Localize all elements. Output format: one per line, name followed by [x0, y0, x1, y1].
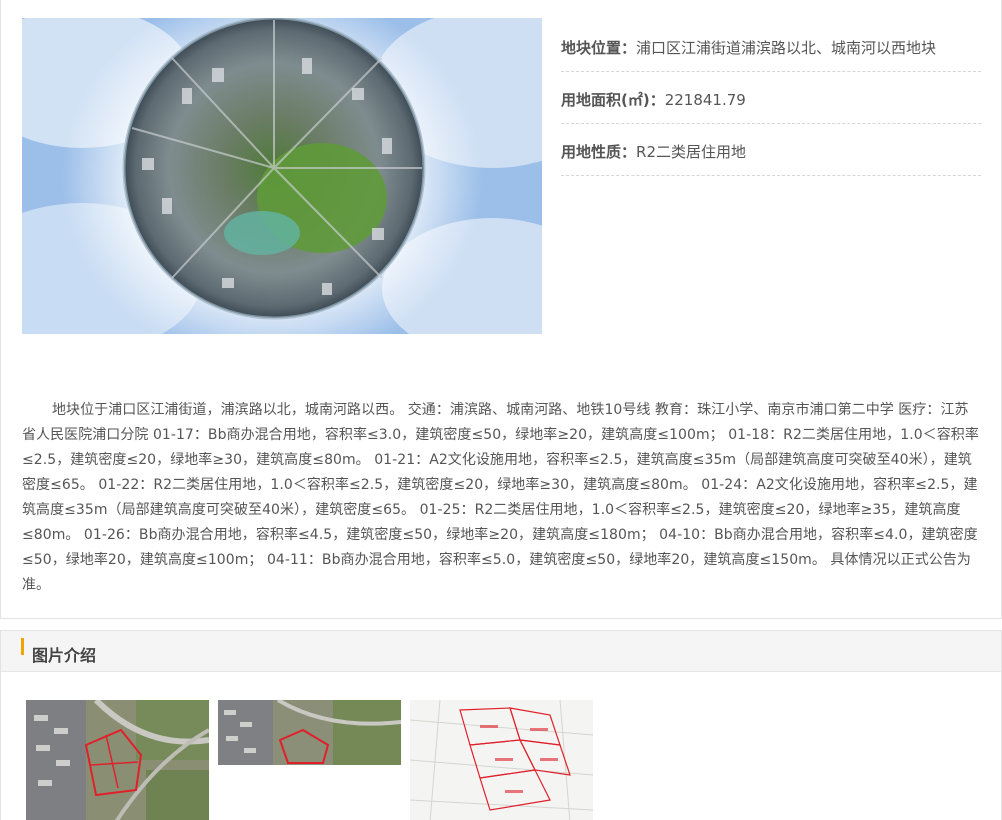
planning-map-image	[410, 700, 593, 820]
gallery-title: 图片介绍	[32, 646, 97, 665]
aerial-site-photo-1	[26, 700, 209, 820]
location-label: 地块位置：	[561, 39, 637, 57]
description-text: 地块位于浦口区江浦街道，浦滨路以北，城南河路以西。 交通：浦滨路、城南河路、地铁…	[22, 402, 979, 593]
land-use-value: R2二类居住用地	[636, 143, 746, 161]
info-row-area: 用地面积(㎡)：221841.79	[561, 72, 981, 124]
image-gallery-card: 图片介绍	[0, 630, 1002, 820]
accent-bar	[21, 638, 24, 655]
aerial-site-photo-2	[218, 700, 401, 765]
tiny-planet-aerial-photo	[22, 18, 542, 334]
area-label: 用地面积(㎡)：	[561, 91, 665, 109]
gallery-thumbnail-1[interactable]	[26, 700, 209, 820]
panorama-image[interactable]	[22, 18, 542, 334]
land-info-list: 地块位置：浦口区江浦街道浦滨路以北、城南河以西地块 用地面积(㎡)：221841…	[561, 20, 981, 176]
gallery-header: 图片介绍	[1, 631, 1001, 672]
gallery-thumbnail-3[interactable]	[410, 700, 593, 820]
area-value: 221841.79	[664, 91, 746, 109]
page: 地块位置：浦口区江浦街道浦滨路以北、城南河以西地块 用地面积(㎡)：221841…	[0, 0, 1002, 820]
info-row-location: 地块位置：浦口区江浦街道浦滨路以北、城南河以西地块	[561, 20, 981, 72]
land-use-label: 用地性质：	[561, 143, 637, 161]
land-info-card: 地块位置：浦口区江浦街道浦滨路以北、城南河以西地块 用地面积(㎡)：221841…	[0, 0, 1002, 619]
location-value: 浦口区江浦街道浦滨路以北、城南河以西地块	[636, 39, 937, 57]
info-row-land-use: 用地性质：R2二类居住用地	[561, 124, 981, 176]
gallery-thumbnail-2[interactable]	[218, 700, 401, 765]
